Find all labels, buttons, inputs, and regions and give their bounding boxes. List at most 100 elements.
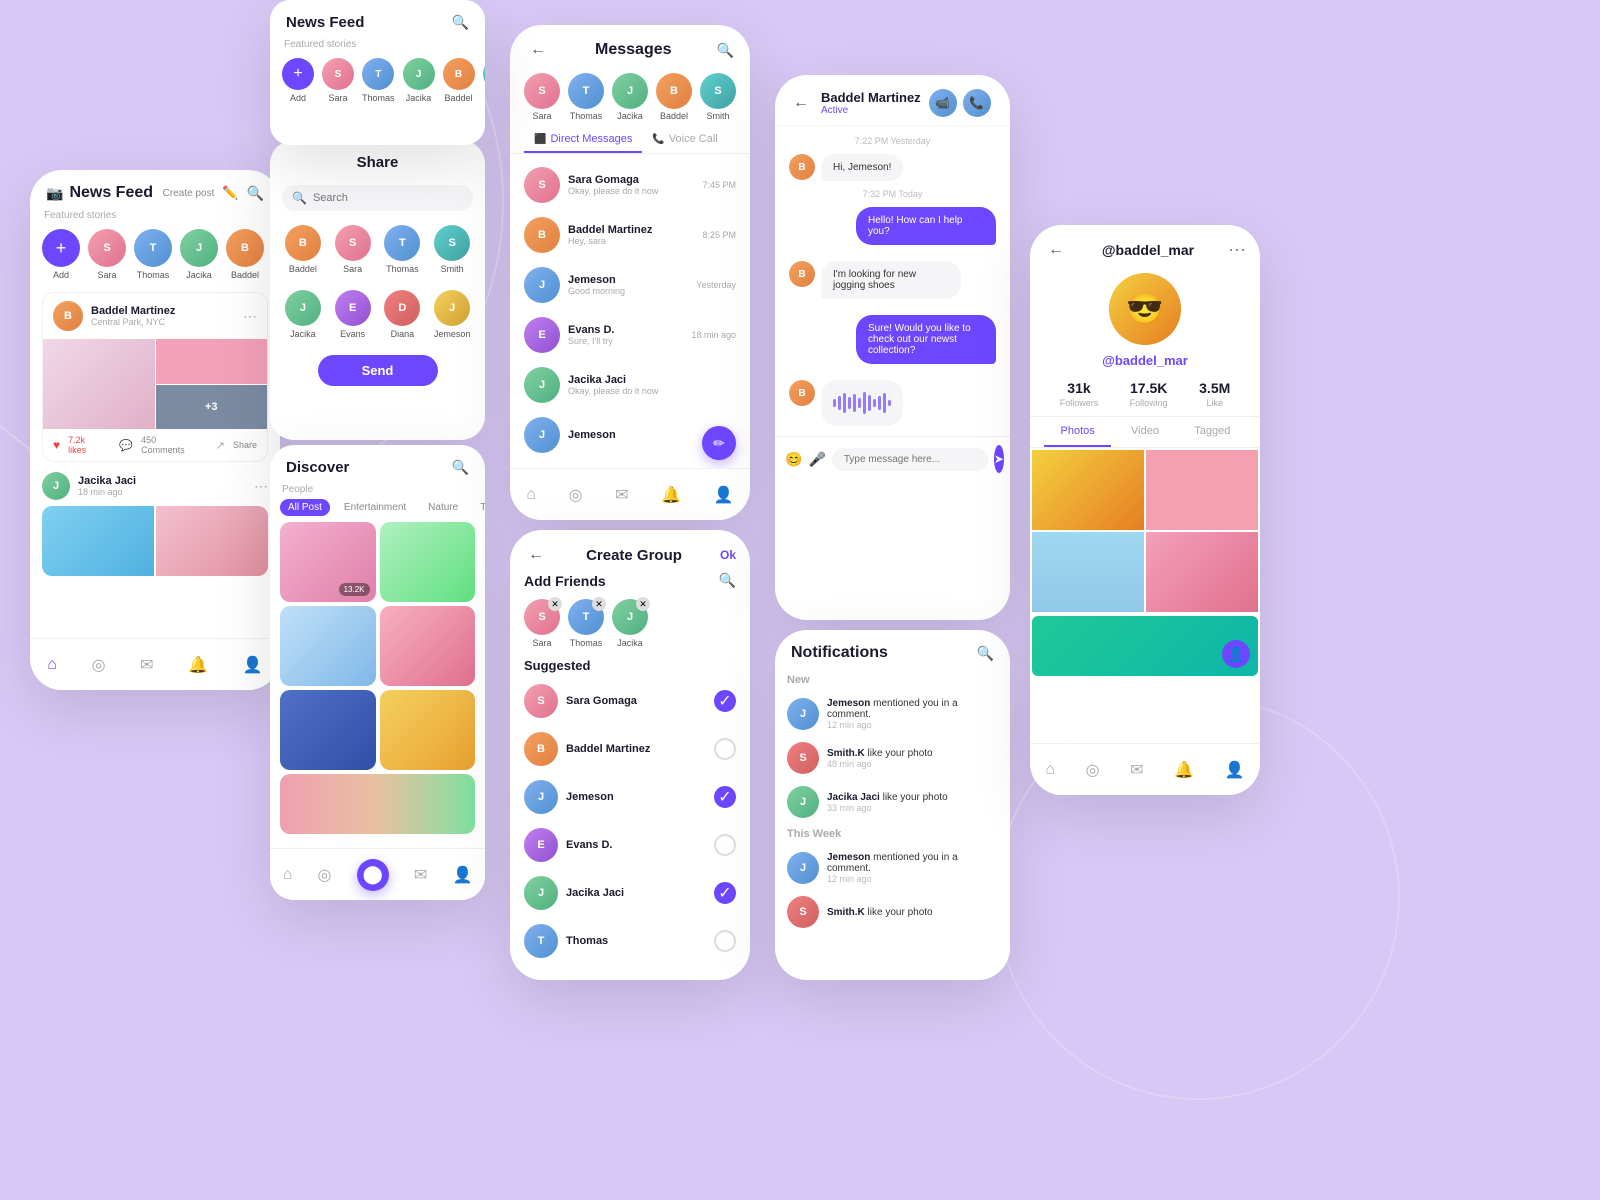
profile-more-btn[interactable]: ⋯ [1228, 240, 1246, 261]
msg-compass-icon[interactable]: ◎ [569, 485, 583, 505]
cg-selected-thomas[interactable]: T ✕ Thomas [568, 599, 604, 648]
cg-sara-remove[interactable]: ✕ [548, 597, 562, 611]
notif-item-jacika[interactable]: J Jacika Jaci like your photo 33 min ago [775, 780, 1010, 824]
msg-story-sara[interactable]: S Sara [524, 73, 560, 121]
messages-search-icon[interactable]: 🔍 [717, 42, 734, 59]
add-story-item[interactable]: + Add [42, 229, 80, 280]
story-sara[interactable]: S Sara [88, 229, 126, 280]
search-icon[interactable]: 🔍 [247, 185, 264, 202]
share-person-baddel[interactable]: B Baddel [282, 225, 324, 274]
mic-icon[interactable]: 🎤 [808, 451, 825, 468]
post1-more-icon[interactable]: ⋯ [243, 308, 257, 325]
top-story-sara[interactable]: S Sara [322, 58, 354, 103]
msg-item-jemeson[interactable]: J Jemeson Good morning Yesterday [510, 260, 750, 310]
top-story-jacika[interactable]: J Jacika [403, 58, 435, 103]
post2-more-icon[interactable]: ⋯ [254, 478, 268, 495]
prof-home-icon[interactable]: ⌂ [1045, 761, 1055, 779]
msg-profile-icon[interactable]: 👤 [714, 485, 734, 505]
share-person-thomas[interactable]: T Thomas [382, 225, 424, 274]
profile-img-2[interactable] [1146, 450, 1258, 530]
add-story-btn[interactable]: + [42, 229, 80, 267]
cg-thomas-remove[interactable]: ✕ [592, 597, 606, 611]
share-person-evans[interactable]: E Evans [332, 290, 374, 339]
cg-suggest-baddel[interactable]: B Baddel Martinez [510, 725, 750, 773]
profile-img-1[interactable] [1032, 450, 1144, 530]
mail-nav-icon[interactable]: ✉ [140, 655, 153, 675]
story-baddel[interactable]: B Baddel [226, 229, 264, 280]
disc-img-4[interactable] [380, 606, 476, 686]
cg-suggest-thomas-check[interactable] [714, 930, 736, 952]
cg-ok-btn[interactable]: Ok [720, 548, 736, 562]
disc-fab[interactable]: ⬤ [357, 859, 389, 891]
disc-img-3[interactable] [280, 606, 376, 686]
chat-back-btn[interactable]: ← [789, 92, 813, 114]
story-jacika[interactable]: J Jacika [180, 229, 218, 280]
tab-video[interactable]: Video [1111, 417, 1178, 447]
tab-photos[interactable]: Photos [1044, 417, 1111, 447]
cg-search-icon[interactable]: 🔍 [719, 572, 736, 589]
top-story-s[interactable]: S [483, 58, 485, 103]
prof-mail-icon[interactable]: ✉ [1130, 760, 1143, 780]
cg-suggest-sara[interactable]: S Sara Gomaga ✓ [510, 677, 750, 725]
disc-img-1[interactable]: 13.2K [280, 522, 376, 602]
top-add-story[interactable]: + Add [282, 58, 314, 103]
notif-week-smithk[interactable]: S Smith.K like your photo [775, 890, 1010, 934]
disc-img-6[interactable] [380, 690, 476, 770]
cg-suggest-jacika[interactable]: J Jacika Jaci ✓ [510, 869, 750, 917]
discover-search-icon[interactable]: 🔍 [452, 459, 469, 476]
cg-suggest-jacika-check[interactable]: ✓ [714, 882, 736, 904]
top-story-baddel[interactable]: B Baddel [443, 58, 475, 103]
share-search-bar[interactable]: 🔍 [282, 185, 473, 211]
disc-profile-icon[interactable]: 👤 [452, 865, 472, 885]
share-person-jacika[interactable]: J Jacika [282, 290, 324, 339]
home-nav-icon[interactable]: ⌂ [47, 656, 57, 674]
msg-story-thomas[interactable]: T Thomas [568, 73, 604, 121]
msg-bell-icon[interactable]: 🔔 [661, 485, 681, 505]
msg-story-jacika[interactable]: J Jacika [612, 73, 648, 121]
tab-tagged[interactable]: Tagged [1179, 417, 1246, 447]
cat-all-post[interactable]: All Post [280, 499, 330, 516]
prof-profile-icon[interactable]: 👤 [1225, 760, 1245, 780]
disc-img-5[interactable] [280, 690, 376, 770]
cat-nature[interactable]: Nature [420, 499, 466, 516]
msg-item-baddel[interactable]: B Baddel Martinez Hey, sara 8:25 PM [510, 210, 750, 260]
story-thomas[interactable]: T Thomas [134, 229, 172, 280]
profile-back-btn[interactable]: ← [1044, 239, 1068, 261]
cat-entertainment[interactable]: Entertainment [336, 499, 414, 516]
share-person-sara[interactable]: S Sara [332, 225, 374, 274]
notif-search-icon[interactable]: 🔍 [977, 645, 994, 662]
share-icon[interactable]: ↗ [216, 439, 225, 452]
disc-img-2[interactable] [380, 522, 476, 602]
edit-icon[interactable]: ✏️ [222, 185, 238, 201]
profile-nav-icon[interactable]: 👤 [243, 655, 263, 675]
tab-direct-messages[interactable]: ⬛ Direct Messages [524, 127, 642, 153]
cg-suggest-jemeson[interactable]: J Jemeson ✓ [510, 773, 750, 821]
top-search-icon[interactable]: 🔍 [452, 14, 469, 31]
messages-fab[interactable]: ✏ [702, 426, 736, 460]
cg-suggest-sara-check[interactable]: ✓ [714, 690, 736, 712]
msg-story-smith[interactable]: S Smith [700, 73, 736, 121]
disc-home-icon[interactable]: ⌂ [283, 866, 293, 884]
chat-send-btn[interactable]: ➤ [994, 445, 1004, 473]
emoji-icon[interactable]: 😊 [785, 451, 802, 468]
heart-icon[interactable]: ♥ [53, 438, 60, 452]
create-post-label[interactable]: Create post [163, 188, 215, 199]
notif-item-jemeson[interactable]: J Jemeson mentioned you in a comment. 12… [775, 692, 1010, 736]
cg-suggest-evans-check[interactable] [714, 834, 736, 856]
cg-suggest-thomas[interactable]: T Thomas [510, 917, 750, 965]
msg-item-sara[interactable]: S Sara Gomaga Okay, please do it now 7:4… [510, 160, 750, 210]
cg-back-btn[interactable]: ← [524, 544, 548, 566]
notif-week-jemeson[interactable]: J Jemeson mentioned you in a comment. 12… [775, 846, 1010, 890]
chat-input-field[interactable] [832, 448, 988, 471]
cg-suggest-jemeson-check[interactable]: ✓ [714, 786, 736, 808]
msg-story-baddel[interactable]: B Baddel [656, 73, 692, 121]
cg-selected-jacika[interactable]: J ✕ Jacika [612, 599, 648, 648]
video-call-icon[interactable]: 📹 [929, 89, 957, 117]
messages-back-btn[interactable]: ← [526, 39, 550, 61]
voice-call-icon[interactable]: 📞 [963, 89, 991, 117]
prof-compass-icon[interactable]: ◎ [1086, 760, 1100, 780]
top-story-thomas[interactable]: T Thomas [362, 58, 395, 103]
cg-selected-sara[interactable]: S ✕ Sara [524, 599, 560, 648]
msg-mail-icon[interactable]: ✉ [615, 485, 628, 505]
tab-voice-call[interactable]: 📞 Voice Call [642, 127, 727, 153]
